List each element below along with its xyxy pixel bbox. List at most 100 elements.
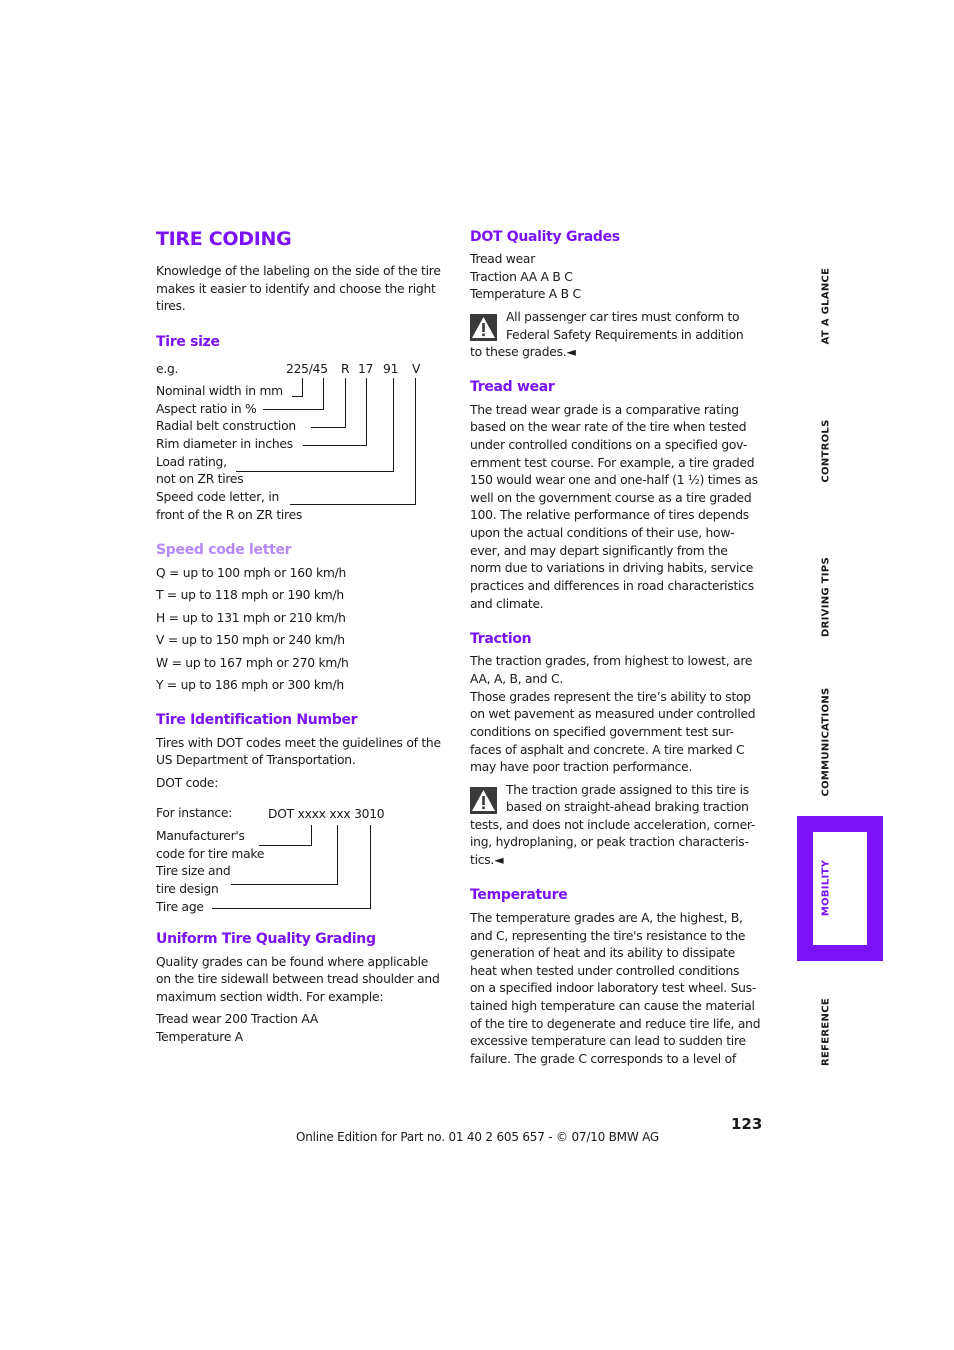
- label-aspect-ratio: Aspect ratio in %: [156, 402, 257, 416]
- temperature-line: generation of heat and its ability to di…: [470, 946, 736, 960]
- warning-text-line: Federal Safety Requirements in addition: [506, 328, 744, 342]
- tread-wear-line: well on the government course as a tire …: [470, 491, 752, 505]
- warning-text-line: based on straight-ahead braking traction: [506, 800, 749, 814]
- label-speed-code: Speed code letter, in: [156, 490, 280, 504]
- code-speed: V: [412, 362, 421, 376]
- connector-line: [323, 378, 324, 410]
- speed-code-heading: Speed code letter: [156, 542, 292, 558]
- tab-label: COMMUNICATIONS: [820, 687, 832, 797]
- temperature-line: of the tire to degenerate and reduce tir…: [470, 1017, 761, 1031]
- tab-mobility-active[interactable]: [797, 816, 883, 961]
- utqg-example-line: Tread wear 200 Traction AA: [156, 1012, 318, 1026]
- temperature-line: failure. The grade C corresponds to a le…: [470, 1052, 736, 1066]
- temperature-line: tained high temperature can cause the ma…: [470, 999, 755, 1013]
- traction-line: AA, A, B, and C.: [470, 672, 564, 686]
- tin-text-line: Tires with DOT codes meet the guidelines…: [156, 736, 441, 750]
- temperature-line: The temperature grades are A, the highes…: [470, 911, 743, 925]
- tread-wear-line: ernment test course. For example, a tire…: [470, 456, 755, 470]
- code-load: 91: [383, 362, 399, 376]
- code-radial: R: [341, 362, 350, 376]
- utqg-text-line: on the tire sidewall between tread shoul…: [156, 972, 440, 986]
- label-tire-age: Tire age: [156, 900, 204, 914]
- connector-line: [236, 471, 394, 472]
- speed-code-item: V = up to 150 mph or 240 km/h: [156, 633, 345, 647]
- tin-heading: Tire Identification Number: [156, 712, 358, 728]
- warning-text-line: tests, and does not include acceleration…: [470, 818, 756, 832]
- dot-code-example: DOT xxxx xxx 3010: [268, 807, 385, 821]
- label-tire-size-cont: tire design: [156, 882, 219, 896]
- tab-label: MOBILITY: [820, 859, 832, 917]
- tin-text-line: US Department of Transportation.: [156, 753, 356, 767]
- for-instance-label: For instance:: [156, 806, 233, 820]
- speed-code-item: T = up to 118 mph or 190 km/h: [156, 588, 344, 602]
- utqg-example-line: Temperature A: [156, 1030, 243, 1044]
- traction-line: Those grades represent the tire’s abilit…: [470, 690, 751, 704]
- label-manufacturer: Manufacturer's: [156, 829, 245, 843]
- page-title: TIRE CODING: [156, 228, 292, 250]
- intro-line: makes it easier to identify and choose t…: [156, 282, 436, 296]
- connector-line: [345, 378, 346, 428]
- tread-wear-line: practices and differences in road charac…: [470, 579, 754, 593]
- tread-wear-line: based on the wear rate of the tire when …: [470, 420, 747, 434]
- warning-text-line: The traction grade assigned to this tire…: [506, 783, 749, 797]
- connector-line: [231, 884, 338, 885]
- traction-line: faces of asphalt and concrete. A tire ma…: [470, 743, 745, 757]
- traction-line: on wet pavement as measured under contro…: [470, 707, 756, 721]
- tread-wear-line: The tread wear grade is a comparative ra…: [470, 403, 739, 417]
- tread-wear-line: 100. The relative performance of tires d…: [470, 508, 749, 522]
- label-nominal-width: Nominal width in mm: [156, 384, 283, 398]
- tread-wear-heading: Tread wear: [470, 379, 555, 395]
- connector-line: [263, 409, 324, 410]
- warning-icon: [470, 787, 497, 814]
- connector-line: [337, 825, 338, 885]
- warning-text-line: All passenger car tires must conform to: [506, 310, 740, 324]
- traction-line: conditions on specified government test …: [470, 725, 734, 739]
- connector-line: [415, 378, 416, 505]
- dot-code-label: DOT code:: [156, 776, 219, 790]
- utqg-text-line: Quality grades can be found where applic…: [156, 955, 429, 969]
- connector-line: [370, 825, 371, 909]
- temperature-line: excessive temperature can lead to sudden…: [470, 1034, 746, 1048]
- temperature-line: heat when tested under controlled condit…: [470, 964, 740, 978]
- dot-grades-line: Tread wear: [470, 252, 536, 266]
- tab-label: DRIVING TIPS: [820, 557, 832, 637]
- tread-wear-line: 150 would wear one and one-half (1 ½) ti…: [470, 473, 758, 487]
- traction-line: The traction grades, from highest to low…: [470, 654, 753, 668]
- connector-line: [393, 378, 394, 472]
- tread-wear-line: under controlled conditions on a specifi…: [470, 438, 748, 452]
- tab-label: CONTROLS: [820, 419, 832, 483]
- tab-label: AT A GLANCE: [820, 267, 832, 345]
- connector-line: [311, 825, 312, 846]
- code-rim: 17: [358, 362, 374, 376]
- tread-wear-line: norm due to variations in driving habits…: [470, 561, 754, 575]
- label-rim-diameter: Rim diameter in inches: [156, 437, 293, 451]
- speed-code-item: W = up to 167 mph or 270 km/h: [156, 656, 349, 670]
- example-label: e.g.: [156, 362, 179, 376]
- dot-grades-heading: DOT Quality Grades: [470, 229, 620, 245]
- tire-size-heading: Tire size: [156, 334, 220, 350]
- temperature-line: on a specified indoor laboratory test wh…: [470, 981, 757, 995]
- label-tire-size: Tire size and: [156, 864, 231, 878]
- connector-line: [290, 504, 416, 505]
- code-width-ratio: 225/45: [286, 362, 328, 376]
- speed-code-item: H = up to 131 mph or 210 km/h: [156, 611, 346, 625]
- temperature-line: and C, representing the tire's resistanc…: [470, 929, 746, 943]
- label-load-rating: Load rating,: [156, 455, 227, 469]
- utqg-heading: Uniform Tire Quality Grading: [156, 931, 376, 947]
- warning-icon: [470, 314, 497, 341]
- connector-line: [212, 908, 371, 909]
- warning-text-line: ing, hydroplaning, or peak traction char…: [470, 835, 749, 849]
- dot-grades-line: Temperature A B C: [470, 287, 581, 301]
- temperature-heading: Temperature: [470, 887, 568, 903]
- warning-text-line: to these grades.◄: [470, 345, 576, 359]
- label-load-rating-note: not on ZR tires: [156, 472, 244, 486]
- connector-line: [311, 427, 346, 428]
- footer-edition: Online Edition for Part no. 01 40 2 605 …: [296, 1130, 660, 1144]
- tab-label: REFERENCE: [820, 998, 832, 1066]
- connector-line: [303, 445, 367, 446]
- connector-line: [292, 396, 303, 397]
- traction-line: may have poor traction performance.: [470, 760, 693, 774]
- intro-line: Knowledge of the labeling on the side of…: [156, 264, 441, 278]
- label-manufacturer-cont: code for tire make: [156, 847, 265, 861]
- connector-line: [302, 378, 303, 397]
